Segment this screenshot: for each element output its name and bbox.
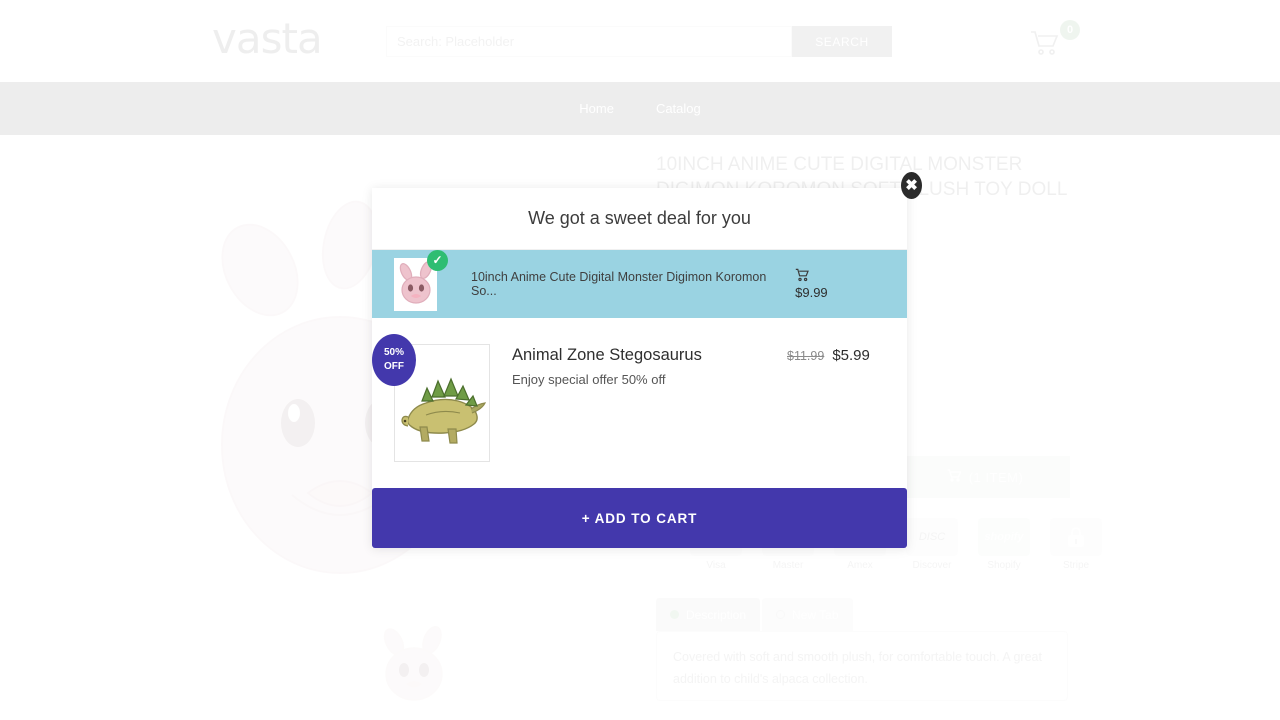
payment-discover: DISC Discover xyxy=(906,518,958,571)
search-input[interactable] xyxy=(386,26,792,57)
cart-count-badge: 0 xyxy=(1060,20,1080,40)
offer-price-original: $11.99 xyxy=(787,349,825,363)
search-form: SEARCH xyxy=(386,26,892,57)
tab-label: New Tab xyxy=(792,607,839,622)
offer-row[interactable]: 50% OFF Animal Zone Stegosaurus Enjoy sp… xyxy=(372,318,907,488)
close-icon[interactable]: ✖ xyxy=(901,172,922,199)
discount-badge-off: OFF xyxy=(384,361,404,372)
offer-price-discounted: $5.99 xyxy=(832,347,870,364)
cart-icon xyxy=(795,268,810,285)
search-button[interactable]: SEARCH xyxy=(792,26,892,57)
offer-price: $9.99 xyxy=(795,285,828,300)
offer-subtitle: Enjoy special offer 50% off xyxy=(512,372,666,387)
cart-widget[interactable]: 0 xyxy=(1030,20,1090,64)
discover-icon: DISC xyxy=(906,518,958,556)
site-header: vasta SEARCH 0 xyxy=(0,0,1280,82)
main-navigation: Home Catalog xyxy=(0,82,1280,135)
modal-heading: We got a sweet deal for you xyxy=(372,188,907,250)
nav-item-catalog[interactable]: Catalog xyxy=(654,97,703,120)
check-icon: ✓ xyxy=(427,249,448,271)
payment-label: Discover xyxy=(912,560,952,571)
product-thumbnail-1[interactable] xyxy=(372,622,458,708)
page-root: vasta SEARCH 0 Home Catalog 10INC xyxy=(0,0,1280,720)
product-description: Covered with soft and smooth plush, for … xyxy=(656,631,1068,701)
offer-thumbnail-wrap[interactable]: ✓ xyxy=(394,249,448,311)
upsell-modal: ✖ We got a sweet deal for you ✓ 10inch A… xyxy=(372,172,922,548)
add-to-cart-button[interactable]: + ADD TO CART xyxy=(372,488,907,548)
payment-label: Amex xyxy=(847,560,873,571)
offer-text-block: Animal Zone Stegosaurus Enjoy special of… xyxy=(512,346,787,387)
product-tabs: Description New Tab xyxy=(656,598,853,631)
offer-price-block: $11.99 $5.99 xyxy=(787,347,907,364)
payment-label: Shopify xyxy=(987,560,1021,571)
add-to-cart-button-page[interactable]: (1 ITEM) xyxy=(900,456,1070,498)
offer-title: Animal Zone Stegosaurus xyxy=(512,346,702,364)
nav-item-home[interactable]: Home xyxy=(577,97,616,120)
payment-label: Stripe xyxy=(1062,560,1090,571)
shopping-cart-icon[interactable] xyxy=(1030,30,1060,61)
offer-thumbnail-wrap[interactable]: 50% OFF xyxy=(372,334,490,462)
discount-badge: 50% OFF xyxy=(372,334,416,386)
active-dot-icon xyxy=(670,610,679,619)
add-to-cart-label: (1 ITEM) xyxy=(968,469,1024,485)
discount-badge-percent: 50% xyxy=(383,347,404,358)
brand-logo[interactable]: vasta xyxy=(212,18,323,60)
tab-new-tab[interactable]: New Tab xyxy=(762,598,853,631)
offer-row-selected[interactable]: ✓ 10inch Anime Cute Digital Monster Digi… xyxy=(372,249,907,318)
offer-price-block: $9.99 xyxy=(795,268,907,300)
cart-icon xyxy=(947,469,962,485)
offer-title: 10inch Anime Cute Digital Monster Digimo… xyxy=(471,270,767,298)
tab-label: Description xyxy=(686,607,747,622)
payment-label: Visa xyxy=(706,560,726,571)
payment-shopify: shopify Shopify xyxy=(978,518,1030,571)
stripe-lock-icon xyxy=(1050,518,1102,556)
payment-label: Master xyxy=(772,560,804,571)
inactive-dot-icon xyxy=(776,610,786,619)
shopify-icon: shopify xyxy=(978,518,1030,556)
payment-stripe: Stripe xyxy=(1050,518,1102,571)
tab-description[interactable]: Description xyxy=(656,598,761,631)
